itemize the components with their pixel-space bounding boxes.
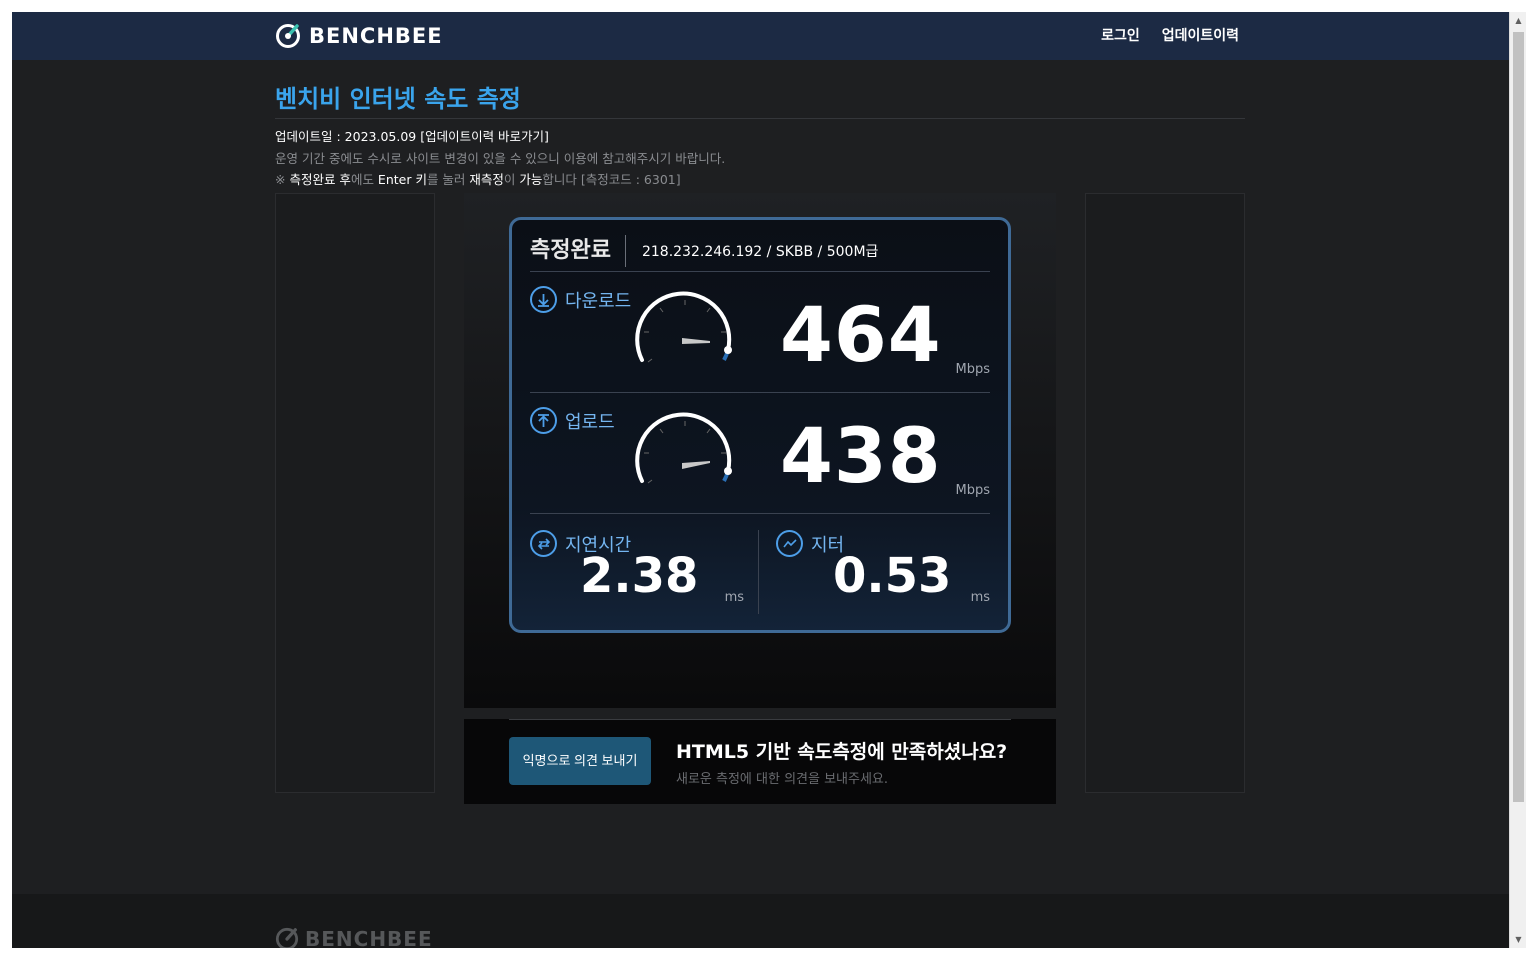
scroll-up-arrow-icon[interactable]: ▲ [1510, 12, 1527, 29]
benchbee-logo[interactable]: BENCHBEE [275, 22, 443, 50]
tip-text-d: 를 눌러 [426, 172, 470, 187]
vertical-scrollbar[interactable]: ▲ ▼ [1509, 12, 1526, 948]
result-header: 측정완료 218.232.246.192 / SKBB / 500M급 [530, 230, 990, 272]
upload-value: 438 [780, 411, 942, 500]
footer-logo[interactable]: BENCHBEE [275, 927, 433, 948]
title-divider [275, 118, 1245, 119]
feedback-title: HTML5 기반 속도측정에 만족하셨나요? [676, 741, 1008, 763]
tip-text-e: 재측정 [469, 172, 504, 187]
upload-gauge [635, 412, 732, 484]
download-row: 다운로드 464 Mbps [530, 272, 990, 393]
nav-login-link[interactable]: 로그인 [1101, 25, 1140, 45]
upload-arrow-icon [530, 407, 557, 434]
retest-tip-line: ※ 측정완료 후에도 Enter 키를 눌러 재측정이 가능합니다 [측정코드 … [275, 169, 725, 191]
browser-viewport: BENCHBEE 로그인 업데이트이력 벤치비 인터넷 속도 측정 업데이트일 … [12, 12, 1526, 948]
logo-text: BENCHBEE [309, 24, 443, 48]
tip-text-a: 측정완료 후 [289, 172, 351, 187]
latency-unit: ms [724, 590, 744, 605]
upload-label-group: 업로드 [530, 407, 615, 434]
tip-text-g: 가능 [519, 172, 543, 187]
upload-unit: Mbps [955, 483, 991, 498]
scroll-thumb[interactable] [1513, 32, 1524, 802]
latency-jitter-section: 지연시간 2.38 ms 지터 0.53 ms [530, 520, 990, 620]
info-block: 업데이트일 : 2023.05.09 [업데이트이력 바로가기] 운영 기간 중… [275, 126, 725, 191]
download-arrow-icon [530, 286, 557, 313]
download-unit: Mbps [955, 362, 991, 377]
tip-text-b: 에도 [350, 172, 378, 187]
trend-line-icon [776, 530, 803, 557]
download-gauge [635, 291, 732, 363]
result-status: 측정완료 [530, 234, 626, 267]
update-date-line[interactable]: 업데이트일 : 2023.05.09 [업데이트이력 바로가기] [275, 126, 725, 148]
latency-value: 2.38 [580, 548, 699, 604]
jitter-unit: ms [970, 590, 990, 605]
notice-line: 운영 기간 중에도 수시로 사이트 변경이 있을 수 있으니 이용에 참고해주시… [275, 150, 726, 166]
anonymous-feedback-button[interactable]: 익명으로 의견 보내기 [509, 737, 651, 785]
jitter-value: 0.53 [833, 548, 952, 604]
feedback-subtitle: 새로운 측정에 대한 의견을 보내주세요. [676, 772, 889, 787]
upload-row: 업로드 438 Mbps [530, 393, 990, 514]
bottom-divider [758, 530, 759, 614]
latency-block: 지연시간 2.38 ms [530, 520, 760, 620]
speedometer-logo-icon [276, 24, 300, 48]
result-card: 측정완료 218.232.246.192 / SKBB / 500M급 다운로드 [509, 217, 1011, 633]
upload-label: 업로드 [565, 411, 615, 433]
download-label: 다운로드 [565, 290, 632, 312]
footer: BENCHBEE [12, 894, 1509, 948]
footer-speedometer-logo-icon [275, 927, 299, 948]
download-value: 464 [780, 290, 942, 379]
speed-test-area: 측정완료 218.232.246.192 / SKBB / 500M급 다운로드 [464, 193, 1056, 708]
connection-info: 218.232.246.192 / SKBB / 500M급 [641, 243, 879, 260]
jitter-block: 지터 0.53 ms [760, 520, 990, 620]
right-ad-slot [1085, 193, 1245, 793]
tip-text-c: Enter 키 [377, 172, 427, 187]
tip-text-f: 이 [503, 172, 520, 187]
top-nav: 로그인 업데이트이력 [1101, 25, 1239, 45]
left-ad-slot [275, 193, 435, 793]
page-title: 벤치비 인터넷 속도 측정 [275, 85, 521, 113]
feedback-top-line [509, 719, 1011, 720]
top-navigation-bar: BENCHBEE 로그인 업데이트이력 [12, 12, 1509, 60]
download-label-group: 다운로드 [530, 286, 631, 313]
footer-logo-text: BENCHBEE [305, 927, 433, 948]
tip-prefix: ※ [275, 172, 290, 187]
nav-update-history-link[interactable]: 업데이트이력 [1162, 25, 1239, 45]
feedback-section: 익명으로 의견 보내기 HTML5 기반 속도측정에 만족하셨나요? 새로운 측… [464, 719, 1056, 804]
tip-text-h: 합니다 [측정코드 : 6301] [542, 172, 681, 187]
scroll-down-arrow-icon[interactable]: ▼ [1510, 931, 1527, 948]
exchange-arrows-icon [530, 530, 557, 557]
